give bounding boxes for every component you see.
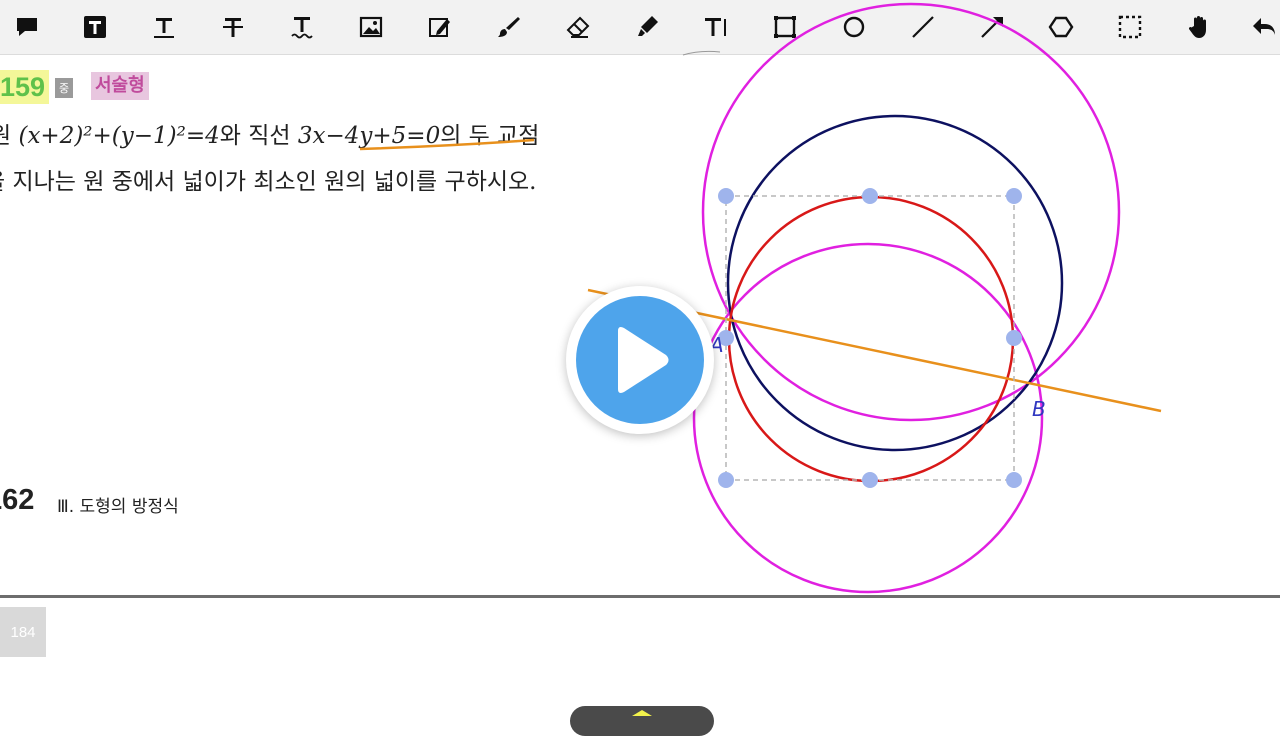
annotation-toolbar (0, 0, 1280, 55)
strikethrough-text-icon (223, 18, 243, 37)
circle-icon (843, 16, 865, 38)
problem-text-mid: 와 직선 (219, 123, 298, 149)
line-icon (912, 16, 934, 38)
arrow-icon (981, 17, 1003, 38)
image-tool[interactable] (353, 9, 389, 45)
problem-text-line1: 원 (x+2)²+(y−1)²=4와 직선 3x−4y+5=0의 두 교점 (0, 116, 539, 150)
squiggly-text-icon (291, 17, 313, 39)
pan-hand-icon (1188, 16, 1206, 38)
selection-icon (1118, 15, 1142, 39)
problem-number: 159 (0, 70, 50, 104)
play-icon (618, 327, 669, 393)
problem-type-label: 서술형 (91, 72, 149, 100)
pan-hand-tool[interactable] (1181, 9, 1217, 45)
next-page-area (0, 598, 1280, 720)
line-equation: 3x−4y+5=0 (297, 123, 441, 149)
signature-icon (429, 18, 450, 37)
eraser-icon (566, 16, 590, 38)
problem-text-end: 의 두 교점 (440, 123, 540, 149)
undo-icon (1253, 18, 1275, 35)
play-button-face (576, 296, 704, 424)
underline-text-tool[interactable] (146, 9, 182, 45)
selection-tool[interactable] (1112, 9, 1148, 45)
comment-tool[interactable] (9, 9, 45, 45)
squiggly-text-tool[interactable] (284, 9, 320, 45)
problem-text-line2: 을 지나는 원 중에서 넓이가 최소인 원의 넓이를 구하시오. (0, 169, 537, 195)
free-text-tool[interactable] (698, 9, 734, 45)
line-tool[interactable] (905, 9, 941, 45)
signature-tool[interactable] (422, 9, 458, 45)
free-text-icon (705, 18, 726, 36)
eraser-tool[interactable] (560, 9, 596, 45)
polygon-tool[interactable] (1043, 9, 1079, 45)
chapter-title: Ⅲ. 도형의 방정식 (57, 497, 179, 517)
arrow-tool[interactable] (974, 9, 1010, 45)
problem-text-start: 원 (0, 123, 12, 149)
circle-tool[interactable] (836, 9, 872, 45)
drawer-handle[interactable] (570, 706, 714, 736)
undo-tool[interactable] (1246, 9, 1280, 45)
underline-text-icon (154, 18, 174, 38)
image-icon (359, 16, 383, 38)
strikethrough-text-tool[interactable] (215, 9, 251, 45)
page-indicator: 184 (0, 607, 46, 657)
page-number: 162 (0, 484, 35, 516)
polygon-icon (1048, 16, 1074, 38)
circle-equation: (x+2)²+(y−1)²=4 (18, 123, 220, 149)
highlighter-tool[interactable] (629, 9, 665, 45)
rectangle-tool[interactable] (767, 9, 803, 45)
drawer-handle-arrow-icon (632, 710, 652, 716)
text-box-tool[interactable] (77, 9, 113, 45)
difficulty-badge: 중 (55, 78, 73, 98)
text-box-icon (84, 16, 106, 38)
play-button[interactable] (566, 286, 714, 434)
comment-icon (17, 18, 37, 36)
brush-icon (498, 17, 520, 37)
brush-tool[interactable] (491, 9, 527, 45)
highlighter-icon (638, 16, 658, 36)
rectangle-icon (774, 16, 796, 38)
